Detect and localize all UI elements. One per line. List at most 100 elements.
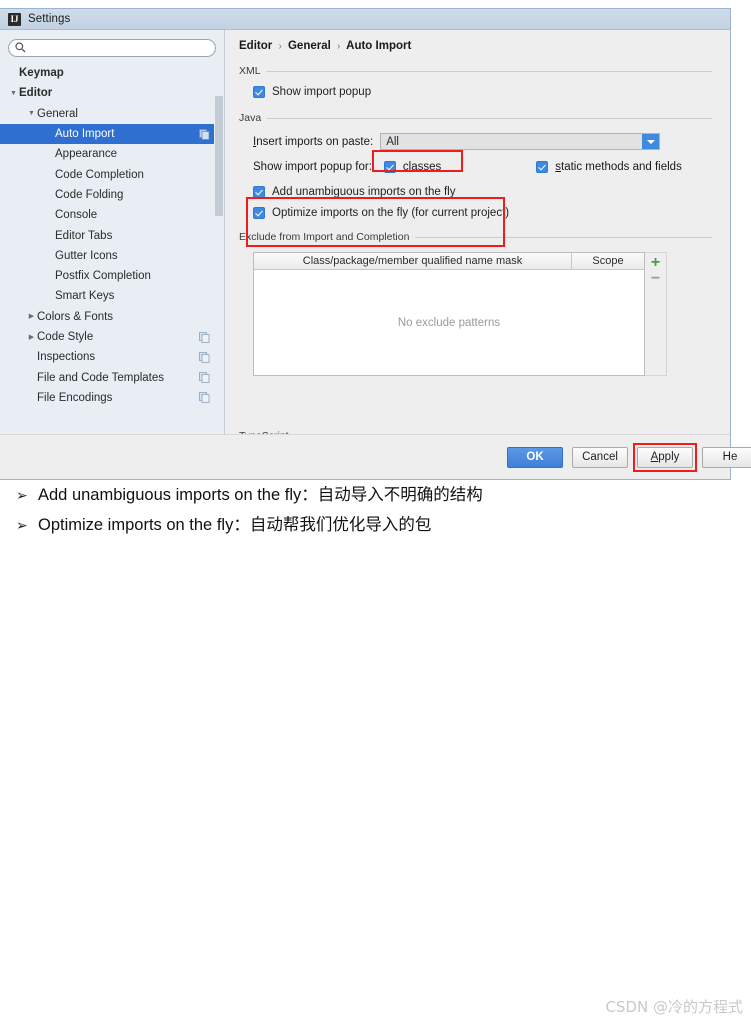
checkbox-label-static-methods-and-fields: static methods and fields	[555, 161, 682, 173]
sidebar-item-console[interactable]: Console	[0, 205, 224, 225]
sidebar-item-code-folding[interactable]: Code Folding	[0, 185, 224, 205]
exclude-table-toolbar: + −	[645, 252, 667, 376]
checkbox-row-add-unambiguous[interactable]: Add unambiguous imports on the fly	[253, 181, 730, 202]
exclude-table-body[interactable]: No exclude patterns	[254, 270, 644, 375]
note-english-text: Add unambiguous imports on the fly：	[38, 486, 318, 504]
checkbox-label-classes: classes	[402, 161, 442, 173]
xml-settings-block: Show import popup	[239, 86, 730, 98]
window-title: Settings	[28, 13, 71, 25]
sidebar-item-editor[interactable]: ▼ Editor	[0, 83, 224, 103]
show-import-popup-for-label: Show import popup for:	[253, 161, 372, 173]
copy-settings-icon[interactable]	[199, 392, 210, 404]
exclude-group-label: Exclude from Import and Completion	[239, 231, 410, 243]
sidebar-item-colors-fonts[interactable]: ▶ Colors & Fonts	[0, 307, 224, 327]
sidebar-item-label: Gutter Icons	[55, 249, 118, 262]
sidebar-item-inspections[interactable]: Inspections	[0, 347, 224, 367]
on-the-fly-options-block: Add unambiguous imports on the fly Optim…	[239, 181, 730, 223]
sidebar-item-file-and-code-templates[interactable]: File and Code Templates	[0, 367, 224, 387]
sidebar-item-label: General	[37, 107, 78, 120]
checkbox-show-import-popup[interactable]	[253, 86, 265, 98]
checkbox-row-optimize-imports[interactable]: Optimize imports on the fly (for current…	[253, 202, 730, 223]
checkbox-label-add-unambiguous-imports: Add unambiguous imports on the fly	[272, 185, 456, 198]
search-field-wrapper	[8, 39, 216, 57]
sidebar-item-label: Editor	[19, 87, 53, 100]
settings-tree[interactable]: Keymap ▼ Editor ▼ General Auto Import Appearan…	[0, 63, 224, 434]
sidebar-item-label: Auto Import	[55, 128, 115, 141]
chevron-right-icon[interactable]: ▶	[26, 334, 37, 341]
sidebar-item-file-encodings[interactable]: File Encodings	[0, 388, 224, 408]
copy-settings-icon[interactable]	[199, 372, 210, 383]
copy-settings-icon[interactable]	[199, 128, 210, 140]
sidebar-item-editor-tabs[interactable]: Editor Tabs	[0, 225, 224, 245]
sidebar-item-label: Appearance	[55, 148, 118, 161]
sidebar-item-label: File Encodings	[37, 391, 113, 404]
note-line: ➢ Add unambiguous imports on the fly： 自动…	[0, 480, 751, 510]
sidebar-item-label: Keymap	[19, 67, 64, 80]
sidebar-item-smart-keys[interactable]: Smart Keys	[0, 286, 224, 306]
group-divider	[415, 236, 712, 238]
breadcrumb-part-editor[interactable]: Editor	[239, 40, 272, 52]
remove-icon[interactable]: −	[645, 271, 666, 290]
note-chinese-text: 自动帮我们优化导入的包	[249, 515, 432, 534]
insert-imports-label: Insert imports on paste:	[253, 135, 374, 148]
chevron-down-icon[interactable]: ▼	[26, 110, 37, 117]
insert-imports-row: Insert imports on paste: All	[239, 133, 730, 150]
sidebar-item-gutter-icons[interactable]: Gutter Icons	[0, 246, 224, 266]
sidebar-item-label: File and Code Templates	[37, 371, 164, 384]
sidebar-item-code-style[interactable]: ▶ Code Style	[0, 327, 224, 347]
help-button[interactable]: He	[702, 446, 751, 468]
sidebar-scrollbar-thumb[interactable]	[215, 96, 223, 216]
cancel-button[interactable]: Cancel	[572, 446, 628, 468]
sidebar-scrollbar-track[interactable]	[214, 63, 224, 434]
chevron-down-icon[interactable]	[642, 134, 660, 149]
sidebar-item-code-completion[interactable]: Code Completion	[0, 164, 224, 184]
group-divider	[266, 70, 712, 72]
sidebar-item-appearance[interactable]: Appearance	[0, 144, 224, 164]
chevron-right-icon[interactable]: ▶	[26, 313, 37, 320]
checkbox-classes[interactable]	[383, 161, 396, 173]
column-header-name-mask[interactable]: Class/package/member qualified name mask	[254, 253, 572, 269]
annotation-notes: ➢ Add unambiguous imports on the fly： 自动…	[0, 480, 751, 1016]
apply-button[interactable]: Apply	[637, 446, 693, 468]
sidebar-item-label: Postfix Completion	[55, 270, 151, 283]
xml-group-header: XML	[239, 65, 730, 77]
exclude-table[interactable]: Class/package/member qualified name mask…	[253, 252, 645, 376]
insert-imports-on-paste-select[interactable]: All	[380, 133, 661, 150]
checkbox-optimize-imports[interactable]	[253, 206, 265, 219]
checkbox-add-unambiguous-imports[interactable]	[253, 185, 265, 198]
sidebar-item-label: Colors & Fonts	[37, 310, 114, 323]
intellij-logo-icon: IJ	[8, 12, 21, 26]
copy-settings-icon[interactable]	[199, 351, 210, 363]
java-group-label: Java	[239, 112, 262, 124]
ok-button[interactable]: OK	[507, 446, 563, 468]
sidebar-item-keymap[interactable]: Keymap	[0, 63, 224, 83]
exclude-empty-text: No exclude patterns	[397, 316, 501, 329]
copy-settings-icon[interactable]	[199, 331, 210, 343]
sidebar-item-label: Console	[55, 209, 98, 222]
chevron-down-icon[interactable]: ▼	[8, 90, 19, 97]
sidebar-item-label: Inspections	[37, 351, 96, 364]
checkbox-row-show-import-popup[interactable]: Show import popup	[253, 86, 730, 98]
settings-dialog: IJ Settings Keymap ▼ Editor ▼ General Auto Im…	[0, 8, 751, 480]
sidebar-item-label: Code Completion	[55, 168, 144, 181]
column-header-scope[interactable]: Scope	[572, 253, 644, 269]
sidebar-item-label: Editor Tabs	[55, 229, 113, 242]
window-title-bar: IJ Settings	[0, 9, 730, 30]
sidebar-item-general[interactable]: ▼ General	[0, 104, 224, 124]
xml-group-label: XML	[239, 65, 261, 77]
breadcrumb-part-auto-import: Auto Import	[346, 40, 412, 52]
note-english-text: Optimize imports on the fly：	[38, 516, 250, 534]
java-group-header: Java	[239, 112, 730, 124]
dialog-body: Keymap ▼ Editor ▼ General Auto Import Appearan…	[0, 30, 730, 434]
breadcrumb-separator: ›	[337, 41, 341, 52]
checkbox-static-methods-and-fields[interactable]	[536, 161, 549, 173]
group-divider	[267, 117, 712, 119]
sidebar-item-postfix-completion[interactable]: Postfix Completion	[0, 266, 224, 286]
breadcrumb: Editor › General › Auto Import	[239, 40, 730, 52]
checkbox-label-show-import-popup: Show import popup	[272, 86, 372, 98]
search-input[interactable]	[8, 39, 216, 57]
breadcrumb-part-general[interactable]: General	[288, 40, 331, 52]
settings-sidebar: Keymap ▼ Editor ▼ General Auto Import Appearan…	[0, 30, 225, 434]
exclude-group-header: Exclude from Import and Completion	[239, 231, 730, 243]
sidebar-item-auto-import[interactable]: Auto Import	[0, 123, 224, 145]
